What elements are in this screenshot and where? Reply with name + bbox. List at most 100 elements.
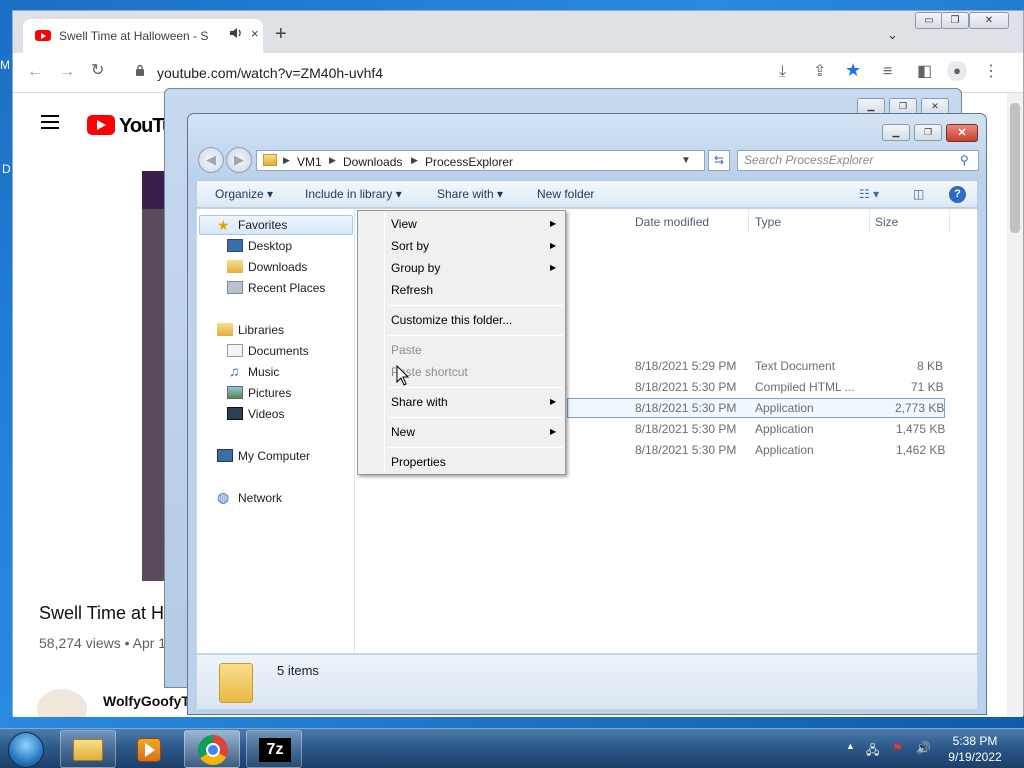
nav-videos[interactable]: Videos	[248, 407, 284, 421]
breadcrumb-separator-icon[interactable]: ▶	[283, 155, 290, 166]
taskbar-chrome-button[interactable]	[184, 730, 240, 768]
explorer-window: ▁ ❐ ✕ ◀ ▶ ▶ VM1 ▶ Downloads ▶ ProcessExp…	[187, 113, 987, 715]
help-icon[interactable]: ?	[949, 186, 966, 203]
breadcrumb-separator-icon[interactable]: ▶	[329, 155, 336, 166]
back-arrow-icon[interactable]: ←	[27, 63, 43, 81]
menu-item-paste[interactable]: Paste	[391, 343, 422, 357]
network-tray-icon[interactable]: 🖧	[866, 741, 879, 762]
desktop-icon	[227, 239, 243, 252]
taskbar-7zip-button[interactable]: 7z	[246, 730, 302, 768]
view-options-icon[interactable]: ☷ ▾	[859, 187, 879, 201]
nav-libraries[interactable]: Libraries	[238, 323, 284, 337]
browser-tab[interactable]: Swell Time at Halloween - Sl ×	[23, 19, 263, 53]
chrome-menu-icon[interactable]: ⋮	[983, 63, 999, 81]
menu-item-sort-by[interactable]: Sort by	[391, 239, 429, 253]
browser-close-button[interactable]: ✕	[969, 12, 1009, 29]
install-app-icon[interactable]: ⤓	[779, 63, 786, 81]
organize-button[interactable]: Organize ▾	[215, 187, 273, 201]
nav-documents[interactable]: Documents	[248, 344, 309, 358]
breadcrumb-vm1[interactable]: VM1	[297, 155, 322, 169]
menu-item-refresh[interactable]: Refresh	[391, 283, 433, 297]
file-type: Application	[755, 401, 814, 415]
address-bar[interactable]: ▶ VM1 ▶ Downloads ▶ ProcessExplorer ▼	[256, 150, 705, 171]
tab-close-icon[interactable]: ×	[251, 26, 259, 41]
browser-minimize-button[interactable]: ▭	[915, 12, 943, 29]
back-button[interactable]: ◀	[198, 147, 224, 173]
explorer-minimize-button[interactable]: ▁	[882, 124, 910, 141]
tab-strip: Swell Time at Halloween - Sl × + ⌄ ▭ ❐ ✕	[13, 11, 1023, 53]
tab-search-button[interactable]: ⌄	[887, 27, 898, 43]
breadcrumb-processexplorer[interactable]: ProcessExplorer	[425, 155, 513, 169]
search-icon[interactable]: ⚲	[960, 153, 969, 167]
nav-network[interactable]: Network	[238, 491, 282, 505]
nav-music[interactable]: Music	[248, 365, 279, 379]
nav-desktop[interactable]: Desktop	[248, 239, 292, 253]
speaker-icon[interactable]	[229, 27, 243, 42]
nav-pictures[interactable]: Pictures	[248, 386, 291, 400]
scrollbar-thumb[interactable]	[1010, 103, 1020, 233]
menu-item-new[interactable]: New	[391, 425, 415, 439]
menu-item-group-by[interactable]: Group by	[391, 261, 440, 275]
breadcrumb-separator-icon[interactable]: ▶	[411, 155, 418, 166]
music-icon: ♫	[229, 363, 240, 379]
file-size: 1,475 KB	[896, 422, 946, 436]
column-divider[interactable]	[748, 209, 749, 233]
column-size[interactable]: Size	[875, 215, 898, 229]
nav-downloads[interactable]: Downloads	[248, 260, 307, 274]
media-queue-icon[interactable]: ≡	[883, 63, 892, 81]
menu-item-view[interactable]: View	[391, 217, 417, 231]
column-date-modified[interactable]: Date modified	[635, 215, 709, 229]
navigation-pane: ★ Favorites Desktop Downloads Recent Pla…	[197, 209, 355, 655]
details-pane: 5 items	[196, 654, 978, 710]
include-in-library-button[interactable]: Include in library ▾	[305, 187, 402, 201]
preview-pane-icon[interactable]: ◫	[913, 187, 924, 201]
share-with-button[interactable]: Share with ▾	[437, 187, 503, 201]
volume-icon[interactable]: 🔊	[916, 741, 931, 755]
taskbar-media-player-button[interactable]	[122, 730, 178, 768]
share-icon[interactable]: ⇪	[813, 63, 826, 81]
taskbar-explorer-button[interactable]	[60, 730, 116, 768]
reload-icon[interactable]: ↻	[91, 62, 104, 80]
profile-avatar-icon[interactable]: ●	[947, 61, 967, 81]
nav-recent-places[interactable]: Recent Places	[248, 281, 325, 295]
lock-icon[interactable]	[135, 64, 145, 82]
browser-restore-button[interactable]: ❐	[941, 12, 969, 29]
address-dropdown-icon[interactable]: ▼	[681, 155, 691, 166]
refresh-button[interactable]: ⇆	[708, 150, 730, 171]
hamburger-menu-icon[interactable]	[41, 115, 59, 129]
forward-button[interactable]: ▶	[226, 147, 252, 173]
breadcrumb-downloads[interactable]: Downloads	[343, 155, 402, 169]
page-scrollbar[interactable]	[1007, 93, 1023, 717]
explorer-maximize-button[interactable]: ❐	[914, 124, 942, 141]
play-icon	[145, 743, 155, 757]
action-center-icon[interactable]: ⚑	[892, 741, 903, 755]
start-button[interactable]	[8, 732, 44, 768]
column-divider[interactable]	[869, 209, 870, 233]
menu-item-properties[interactable]: Properties	[391, 455, 446, 469]
menu-item-customize[interactable]: Customize this folder...	[391, 313, 512, 327]
clock[interactable]: 5:38 PM 9/19/2022	[940, 734, 1010, 764]
new-folder-button[interactable]: New folder	[537, 187, 594, 201]
search-input[interactable]	[744, 151, 954, 169]
explorer-close-button[interactable]: ✕	[946, 124, 978, 142]
side-panel-icon[interactable]: ◧	[917, 63, 932, 81]
downloads-folder-icon	[227, 260, 243, 273]
new-tab-button[interactable]: +	[275, 24, 287, 44]
nav-favorites[interactable]: Favorites	[238, 218, 287, 232]
submenu-arrow-icon: ▶	[550, 397, 557, 406]
file-size: 71 KB	[911, 380, 944, 394]
address-bar[interactable]: youtube.com/watch?v=ZM40h-uvhf4	[157, 65, 383, 81]
column-divider[interactable]	[949, 209, 950, 233]
network-icon: ◍	[217, 489, 230, 505]
youtube-logo-icon[interactable]	[87, 115, 115, 135]
menu-item-share-with[interactable]: Share with	[391, 395, 448, 409]
bookmark-star-icon[interactable]: ★	[845, 61, 861, 79]
channel-avatar[interactable]	[37, 689, 87, 717]
column-type[interactable]: Type	[755, 215, 781, 229]
forward-arrow-icon[interactable]: →	[59, 63, 75, 81]
file-explorer-icon	[73, 739, 103, 761]
channel-name[interactable]: WolfyGoofyTo	[103, 693, 197, 709]
show-hidden-icons-icon[interactable]: ▲	[846, 741, 855, 751]
nav-my-computer[interactable]: My Computer	[238, 449, 310, 463]
search-box[interactable]: ⚲	[737, 150, 979, 171]
